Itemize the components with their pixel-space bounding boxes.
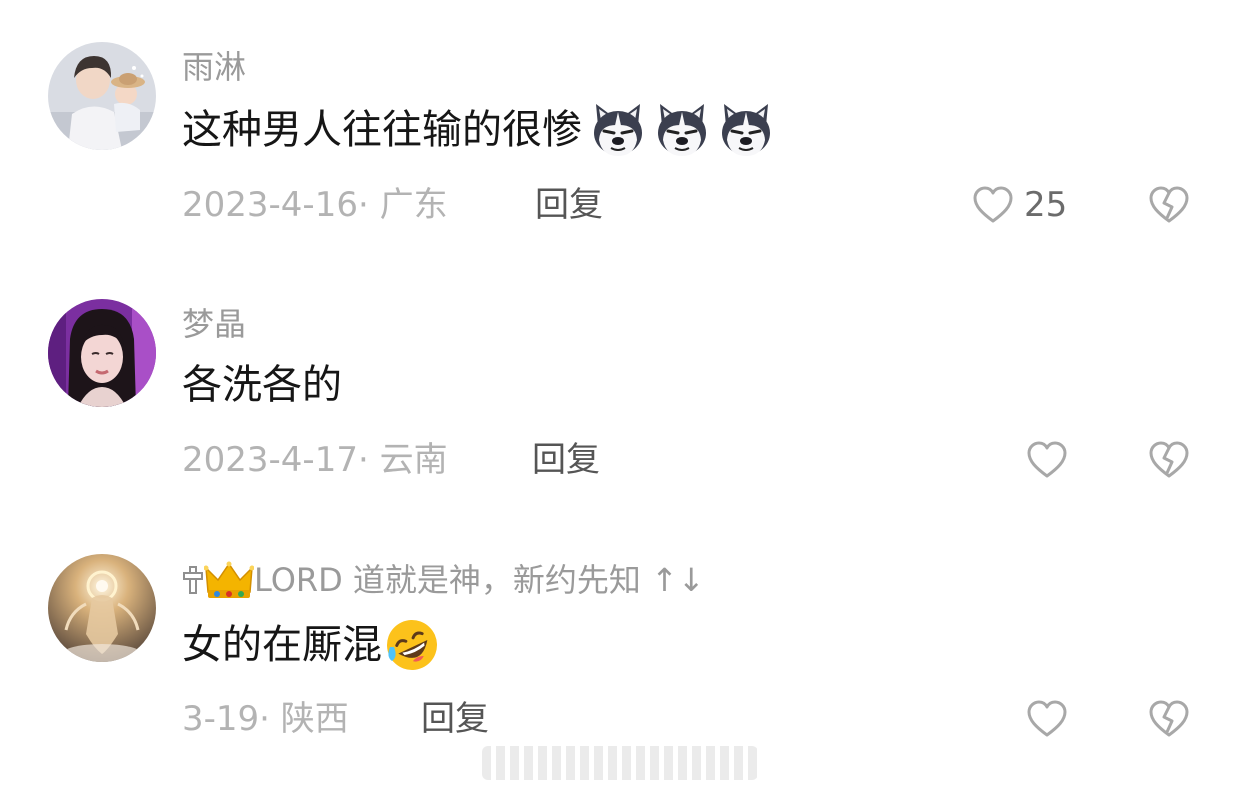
broken-heart-icon	[1149, 441, 1189, 478]
heart-icon	[973, 186, 1013, 223]
avatar[interactable]	[48, 554, 156, 662]
watermark	[482, 746, 758, 780]
like-button[interactable]	[1026, 440, 1068, 480]
comment-text: 这种男人往往输的很惨	[182, 102, 774, 158]
rofl-emoji-icon	[387, 620, 437, 670]
comment-text-body: 女的在厮混	[182, 622, 382, 668]
date-location: 2023-4-17· 云南	[182, 440, 448, 480]
like-button[interactable]: 25	[972, 183, 1067, 227]
date-location: 3-19· 陕西	[182, 699, 349, 739]
heart-icon	[1027, 441, 1067, 478]
comment-text-body: 这种男人往往输的很惨	[182, 107, 582, 153]
username: LORD 道就是神，新约先知 ↑↓	[254, 561, 705, 599]
username[interactable]: 梦晶	[182, 304, 246, 344]
username-row[interactable]: LORD 道就是神，新约先知 ↑↓	[182, 560, 705, 600]
husky-emoji-icon	[658, 104, 706, 156]
dislike-button[interactable]	[1148, 699, 1190, 743]
comment-text-body: 各洗各的	[182, 362, 342, 408]
like-button[interactable]	[1026, 699, 1068, 739]
date-location: 2023-4-16· 广东	[182, 185, 448, 225]
reply-button[interactable]: 回复	[421, 697, 489, 741]
avatar[interactable]	[48, 42, 156, 150]
comment-text: 各洗各的	[182, 357, 342, 413]
broken-heart-icon	[1149, 700, 1189, 737]
heart-icon	[1027, 700, 1067, 737]
cross-icon	[182, 563, 204, 597]
username[interactable]: 雨淋	[182, 47, 246, 87]
comment-text: 女的在厮混	[182, 617, 440, 673]
husky-emoji-icon	[594, 104, 642, 156]
crown-emoji-icon	[203, 560, 255, 600]
like-count: 25	[1024, 185, 1068, 225]
husky-emoji-icon	[722, 104, 770, 156]
broken-heart-icon	[1149, 186, 1189, 223]
reply-button[interactable]: 回复	[535, 183, 603, 227]
dislike-button[interactable]	[1148, 440, 1190, 484]
reply-button[interactable]: 回复	[532, 438, 600, 482]
dislike-button[interactable]	[1148, 185, 1190, 229]
avatar[interactable]	[48, 299, 156, 407]
